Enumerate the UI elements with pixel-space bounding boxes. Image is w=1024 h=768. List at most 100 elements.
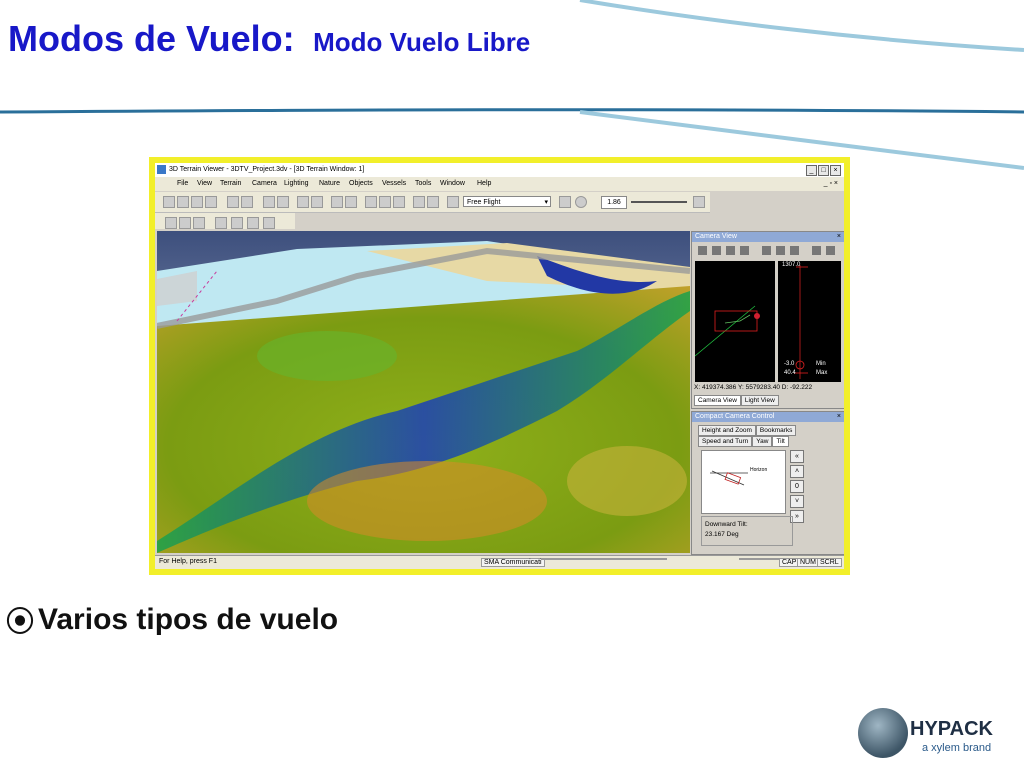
depth-coordinate: D: -92.222 xyxy=(781,384,813,391)
layer-icon[interactable] xyxy=(427,196,439,208)
close-icon[interactable]: × xyxy=(837,232,841,242)
location-icon[interactable] xyxy=(331,196,343,208)
pointer-icon[interactable] xyxy=(559,196,571,208)
compress-icon[interactable] xyxy=(776,246,785,255)
compact-control-tabs-bottom: Speed and Turn Yaw Tilt xyxy=(698,436,789,447)
profile-max-label: Max xyxy=(816,370,828,376)
zoom-slider[interactable] xyxy=(631,201,687,203)
slide-title-main: Modos de Vuelo: xyxy=(8,18,295,59)
camera-view-title: Camera View xyxy=(695,233,737,240)
terrain-viewport[interactable] xyxy=(157,231,690,553)
display-icon[interactable] xyxy=(413,196,425,208)
menu-help[interactable]: Help xyxy=(477,180,491,187)
person-icon[interactable] xyxy=(231,217,243,229)
group-icon[interactable] xyxy=(247,217,259,229)
shade-icon[interactable] xyxy=(365,196,377,208)
delete-icon[interactable] xyxy=(165,217,177,229)
edit-icon[interactable] xyxy=(179,217,191,229)
marker-icon[interactable] xyxy=(277,196,289,208)
tilt-up-button[interactable]: ˄ xyxy=(790,465,804,478)
close-icon[interactable]: × xyxy=(837,412,841,422)
menu-bar: File View Terrain Camera Lighting Nature… xyxy=(155,177,844,191)
photo-icon[interactable] xyxy=(447,196,459,208)
tilt-reset-button[interactable]: 0 xyxy=(790,480,804,493)
compact-control-title: Compact Camera Control xyxy=(695,413,775,420)
zoom-value[interactable]: 1.86 xyxy=(601,196,627,209)
slide-title-sub: Modo Vuelo Libre xyxy=(313,27,531,57)
open-folder-icon[interactable] xyxy=(191,196,203,208)
coordinates-readout: X: 419374.386 Y: 5579283.40 D: -92.222 xyxy=(694,384,812,391)
logo-brand: HYPACK xyxy=(910,718,993,740)
vessel-icon[interactable] xyxy=(698,246,707,255)
pan-icon[interactable] xyxy=(726,246,735,255)
help-icon[interactable] xyxy=(311,196,323,208)
maximize-button[interactable]: □ xyxy=(818,165,829,176)
save-icon[interactable] xyxy=(205,196,217,208)
menu-terrain[interactable]: Terrain xyxy=(220,180,241,187)
globe-icon xyxy=(858,708,908,758)
window-titlebar: 3D Terrain Viewer - 3DTV_Project.3dv - [… xyxy=(155,163,844,178)
menu-file[interactable]: File xyxy=(177,180,188,187)
color-icon[interactable] xyxy=(826,246,835,255)
grid-icon[interactable] xyxy=(393,196,405,208)
fit-icon[interactable] xyxy=(740,246,749,255)
menu-camera[interactable]: Camera xyxy=(252,180,277,187)
zoom-icon[interactable] xyxy=(712,246,721,255)
main-toolbar: Free Flight ▾ 1.86 xyxy=(155,192,710,213)
tilt-arrow-buttons: « ˄ 0 ˅ » xyxy=(790,450,804,525)
tools-icon[interactable] xyxy=(227,196,239,208)
tab-height-zoom[interactable]: Height and Zoom xyxy=(698,425,756,436)
tilt-info: Downward Tilt: 23.167 Deg xyxy=(701,516,793,546)
pin-icon[interactable] xyxy=(263,196,275,208)
tab-light-view[interactable]: Light View xyxy=(740,395,779,406)
camera-profile-view[interactable]: 1307.0 -3.0 Min 40.4 Max xyxy=(778,261,841,382)
camera-icon[interactable] xyxy=(345,196,357,208)
zoom-step-icon[interactable] xyxy=(693,196,705,208)
tab-speed-turn[interactable]: Speed and Turn xyxy=(698,436,753,447)
status-communication: SMA Communicati xyxy=(481,558,545,567)
expand-icon[interactable] xyxy=(762,246,771,255)
slide-title: Modos de Vuelo: Modo Vuelo Libre xyxy=(8,18,530,60)
horizon-label: Horizon xyxy=(750,467,768,473)
tab-yaw[interactable]: Yaw xyxy=(752,436,773,447)
close-button[interactable]: × xyxy=(830,165,841,176)
secondary-toolbar xyxy=(155,213,295,229)
menu-lighting[interactable]: Lighting xyxy=(284,180,309,187)
status-scrl: SCRL xyxy=(817,558,842,567)
menu-view[interactable]: View xyxy=(197,180,212,187)
record-icon[interactable] xyxy=(575,196,587,208)
minimize-button[interactable]: _ xyxy=(806,165,817,176)
menu-window[interactable]: Window xyxy=(440,180,465,187)
menu-tools[interactable]: Tools xyxy=(415,180,431,187)
tilt-up-fast-button[interactable]: « xyxy=(790,450,804,463)
menu-objects[interactable]: Objects xyxy=(349,180,373,187)
target-icon[interactable] xyxy=(790,246,799,255)
tab-camera-view[interactable]: Camera View xyxy=(694,395,741,406)
compact-control-titlebar: Compact Camera Control × xyxy=(692,412,844,422)
flight-mode-select[interactable]: Free Flight ▾ xyxy=(463,196,551,207)
menu-vessels[interactable]: Vessels xyxy=(382,180,406,187)
chevron-down-icon: ▾ xyxy=(544,199,548,206)
status-bar: For Help, press F1 SMA Communicati CAP N… xyxy=(155,555,844,569)
compact-control-tabs-top: Height and Zoom Bookmarks xyxy=(698,425,797,436)
camera-plan-view[interactable] xyxy=(695,261,775,382)
tab-bookmarks[interactable]: Bookmarks xyxy=(755,425,797,436)
tilt-down-button[interactable]: ˅ xyxy=(790,495,804,508)
fill-icon[interactable] xyxy=(379,196,391,208)
object-icon[interactable] xyxy=(193,217,205,229)
new-file-icon[interactable] xyxy=(163,196,175,208)
settings-icon[interactable] xyxy=(812,246,821,255)
open-file-icon[interactable] xyxy=(177,196,189,208)
print-icon[interactable] xyxy=(297,196,309,208)
cut-icon[interactable] xyxy=(241,196,253,208)
menu-nature[interactable]: Nature xyxy=(319,180,340,187)
people-icon[interactable] xyxy=(263,217,275,229)
y-coordinate: Y: 5579283.40 xyxy=(738,384,780,391)
camera-view-titlebar: Camera View × xyxy=(692,232,844,242)
view-icon[interactable] xyxy=(215,217,227,229)
tab-tilt[interactable]: Tilt xyxy=(772,436,789,447)
flight-mode-value: Free Flight xyxy=(467,199,501,206)
app-icon xyxy=(157,165,166,174)
mdi-window-buttons[interactable]: _ ▫ × xyxy=(824,180,838,187)
tilt-value: 23.167 Deg xyxy=(705,531,739,538)
